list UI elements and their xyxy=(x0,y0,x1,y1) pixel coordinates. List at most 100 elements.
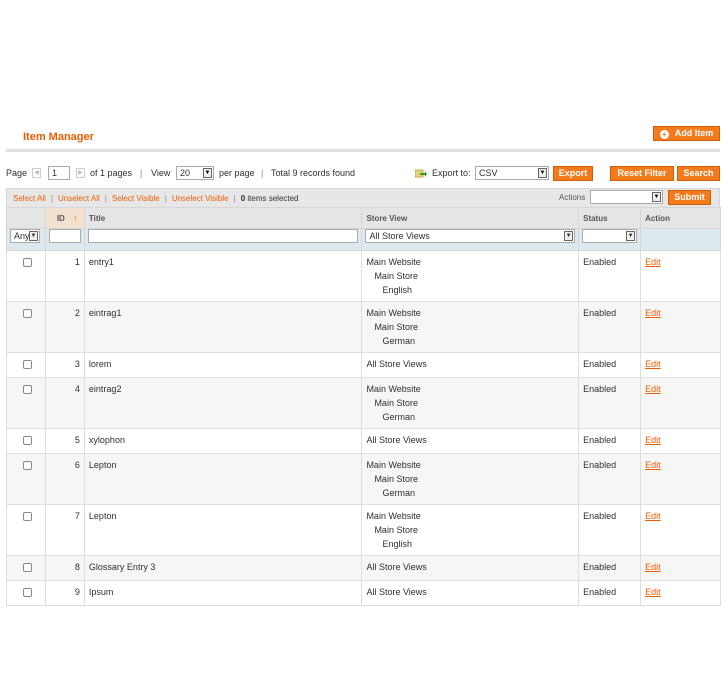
row-checkbox[interactable] xyxy=(23,360,32,369)
add-item-button[interactable]: + Add Item xyxy=(653,126,720,141)
row-checkbox[interactable] xyxy=(23,309,32,318)
row-checkbox[interactable] xyxy=(23,436,32,445)
table-row[interactable]: 6 Lepton Main Website Main Store German Enabl… xyxy=(6,453,721,505)
row-checkbox[interactable] xyxy=(23,588,32,597)
edit-link[interactable]: Edit xyxy=(645,511,661,521)
selected-label: items selected xyxy=(247,194,299,203)
massaction-filter-select[interactable]: Any ▼ xyxy=(10,229,40,243)
per-page-select[interactable]: 20 ▼ xyxy=(176,166,214,180)
row-title: entry1 xyxy=(83,250,363,302)
row-status: Enabled xyxy=(578,580,642,606)
grid-header-row: ID ↑ Title Store View Status Action xyxy=(6,207,721,229)
add-item-label: Add Item xyxy=(674,128,714,138)
status-column-header[interactable]: Status xyxy=(578,207,642,229)
store-view-line: Main Store xyxy=(374,271,418,281)
row-id: 9 xyxy=(44,580,85,606)
status-filter-select[interactable]: ▼ xyxy=(582,229,638,243)
row-status: Enabled xyxy=(578,428,642,454)
view-label: View xyxy=(151,168,171,178)
row-status: Enabled xyxy=(578,250,642,302)
store-view-line: All Store Views xyxy=(366,359,427,369)
table-row[interactable]: 4 eintrag2 Main Website Main Store German Ena… xyxy=(6,377,721,429)
table-row[interactable]: 3 lorem All Store Views Enabled Edit xyxy=(6,352,721,378)
row-checkbox[interactable] xyxy=(23,512,32,521)
store-view-line: English xyxy=(382,285,412,295)
id-column-header[interactable]: ID ↑ xyxy=(44,207,85,229)
edit-link[interactable]: Edit xyxy=(645,562,661,572)
massaction-separator: | xyxy=(164,194,167,203)
title-filter-input[interactable] xyxy=(87,229,359,243)
edit-link[interactable]: Edit xyxy=(645,308,661,318)
row-id: 3 xyxy=(44,352,85,378)
row-checkbox-cell xyxy=(6,250,46,302)
edit-link[interactable]: Edit xyxy=(645,384,661,394)
row-checkbox-cell xyxy=(6,301,46,353)
store-view-line: German xyxy=(382,488,415,498)
edit-link[interactable]: Edit xyxy=(645,587,661,597)
prev-page-icon[interactable]: ◀ xyxy=(32,168,41,178)
next-page-icon[interactable]: ▶ xyxy=(76,168,85,178)
store-view-column-label: Store View xyxy=(366,213,408,223)
store-view-line: Main Website xyxy=(366,460,421,470)
row-title: xylophon xyxy=(83,428,363,454)
edit-link[interactable]: Edit xyxy=(645,460,661,470)
table-row[interactable]: 9 Ipsum All Store Views Enabled Edit xyxy=(6,580,721,606)
title-column-header[interactable]: Title xyxy=(83,207,363,229)
per-page-label: per page xyxy=(219,168,255,178)
edit-link[interactable]: Edit xyxy=(645,257,661,267)
action-column-label: Action xyxy=(645,213,670,223)
row-checkbox[interactable] xyxy=(23,385,32,394)
edit-link[interactable]: Edit xyxy=(645,359,661,369)
unselect-all-link[interactable]: Unselect All xyxy=(58,194,100,203)
row-checkbox[interactable] xyxy=(23,563,32,572)
edit-link[interactable]: Edit xyxy=(645,435,661,445)
search-button[interactable]: Search xyxy=(677,166,720,181)
store-view-line: Main Store xyxy=(374,322,418,332)
row-action-cell: Edit xyxy=(640,555,721,581)
page-label: Page xyxy=(6,168,28,178)
actions-select[interactable]: ▼ xyxy=(590,190,663,204)
pager-separator: | xyxy=(261,168,264,178)
table-row[interactable]: 1 entry1 Main Website Main Store English Enab… xyxy=(6,250,721,302)
chevron-down-icon: ▼ xyxy=(538,168,547,178)
store-view-line: Main Store xyxy=(374,474,418,484)
row-checkbox[interactable] xyxy=(23,258,32,267)
reset-filter-button[interactable]: Reset Filter xyxy=(610,166,674,181)
unselect-visible-link[interactable]: Unselect Visible xyxy=(172,194,229,203)
row-title: Glossary Entry 3 xyxy=(83,555,363,581)
store-view-column-header[interactable]: Store View xyxy=(361,207,580,229)
export-button[interactable]: Export xyxy=(553,166,593,181)
row-action-cell: Edit xyxy=(640,250,721,302)
table-row[interactable]: 7 Lepton Main Website Main Store English Enab… xyxy=(6,504,721,556)
table-row[interactable]: 5 xylophon All Store Views Enabled Edit xyxy=(6,428,721,454)
id-column-label: ID xyxy=(56,213,65,223)
row-action-cell: Edit xyxy=(640,428,721,454)
massaction-column-header xyxy=(6,207,46,229)
id-filter-input[interactable] xyxy=(48,229,81,243)
row-store-view: Main Website Main Store German xyxy=(361,301,580,353)
row-title: eintrag1 xyxy=(83,301,363,353)
items-grid: ID ↑ Title Store View Status Action Any ▼… xyxy=(6,207,721,606)
grid-toolbar: Page ◀ 1 ▶ of 1 pages | View 20 ▼ per pag… xyxy=(6,166,720,182)
row-store-view: Main Website Main Store English xyxy=(361,504,580,556)
submit-button[interactable]: Submit xyxy=(668,190,711,205)
row-checkbox-cell xyxy=(6,428,46,454)
store-view-filter-select[interactable]: All Store Views ▼ xyxy=(365,229,576,243)
table-row[interactable]: 2 eintrag1 Main Website Main Store German Ena… xyxy=(6,301,721,353)
export-format-select[interactable]: CSV ▼ xyxy=(475,166,549,180)
pager-separator: | xyxy=(140,168,143,178)
action-column-header: Action xyxy=(640,207,721,229)
row-title: eintrag2 xyxy=(83,377,363,429)
select-visible-link[interactable]: Select Visible xyxy=(112,194,160,203)
store-view-line: Main Website xyxy=(366,511,421,521)
row-title: Lepton xyxy=(83,453,363,505)
row-action-cell: Edit xyxy=(640,504,721,556)
row-id: 5 xyxy=(44,428,85,454)
row-action-cell: Edit xyxy=(640,301,721,353)
page-input[interactable]: 1 xyxy=(48,166,70,180)
store-view-line: Main Website xyxy=(366,257,421,267)
table-row[interactable]: 8 Glossary Entry 3 All Store Views Enabled E… xyxy=(6,555,721,581)
select-all-link[interactable]: Select All xyxy=(13,194,46,203)
row-checkbox-cell xyxy=(6,555,46,581)
row-checkbox[interactable] xyxy=(23,461,32,470)
